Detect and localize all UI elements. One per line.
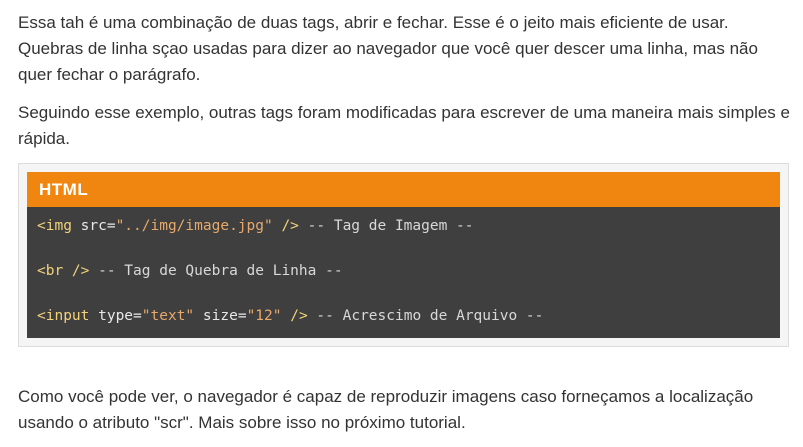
paragraph-example: Seguindo esse exemplo, outras tags foram… (18, 103, 790, 148)
code-token-tag-close: /> (281, 308, 308, 324)
code-token-tag: <br /> (37, 263, 90, 279)
code-token-tag: <img (37, 218, 72, 234)
code-line-img: <img src="../img/image.jpg" /> -- Tag de… (37, 215, 780, 237)
code-token-attr: size= (194, 308, 247, 324)
code-token-comment: -- Tag de Quebra de Linha -- (89, 263, 343, 279)
code-token-tag: <input (37, 308, 90, 324)
code-token-attr: type= (89, 308, 142, 324)
paragraph-conclusion: Como você pode ver, o navegador é capaz … (18, 387, 754, 432)
code-lines: <img src="../img/image.jpg" /> -- Tag de… (27, 207, 780, 327)
paragraph-intro: Essa tah é uma combinação de duas tags, … (18, 13, 758, 84)
code-token-comment: -- Tag de Imagem -- (298, 218, 474, 234)
code-token-string: "../img/image.jpg" (115, 218, 273, 234)
code-block-inner: HTML <img src="../img/image.jpg" /> -- T… (27, 172, 780, 338)
code-block: HTML <img src="../img/image.jpg" /> -- T… (18, 163, 789, 347)
code-line-br: <br /> -- Tag de Quebra de Linha -- (37, 260, 780, 282)
code-token-attr: src= (71, 218, 116, 234)
code-token-string: "text" (141, 308, 195, 324)
code-token-comment: -- Acrescimo de Arquivo -- (307, 308, 544, 324)
code-token-tag-close: /> (272, 218, 299, 234)
code-line-input: <input type="text" size="12" /> -- Acres… (37, 305, 780, 327)
code-token-string: "12" (246, 308, 282, 324)
article-body: Essa tah é uma combinação de duas tags, … (18, 10, 793, 152)
code-language-label: HTML (27, 172, 780, 207)
